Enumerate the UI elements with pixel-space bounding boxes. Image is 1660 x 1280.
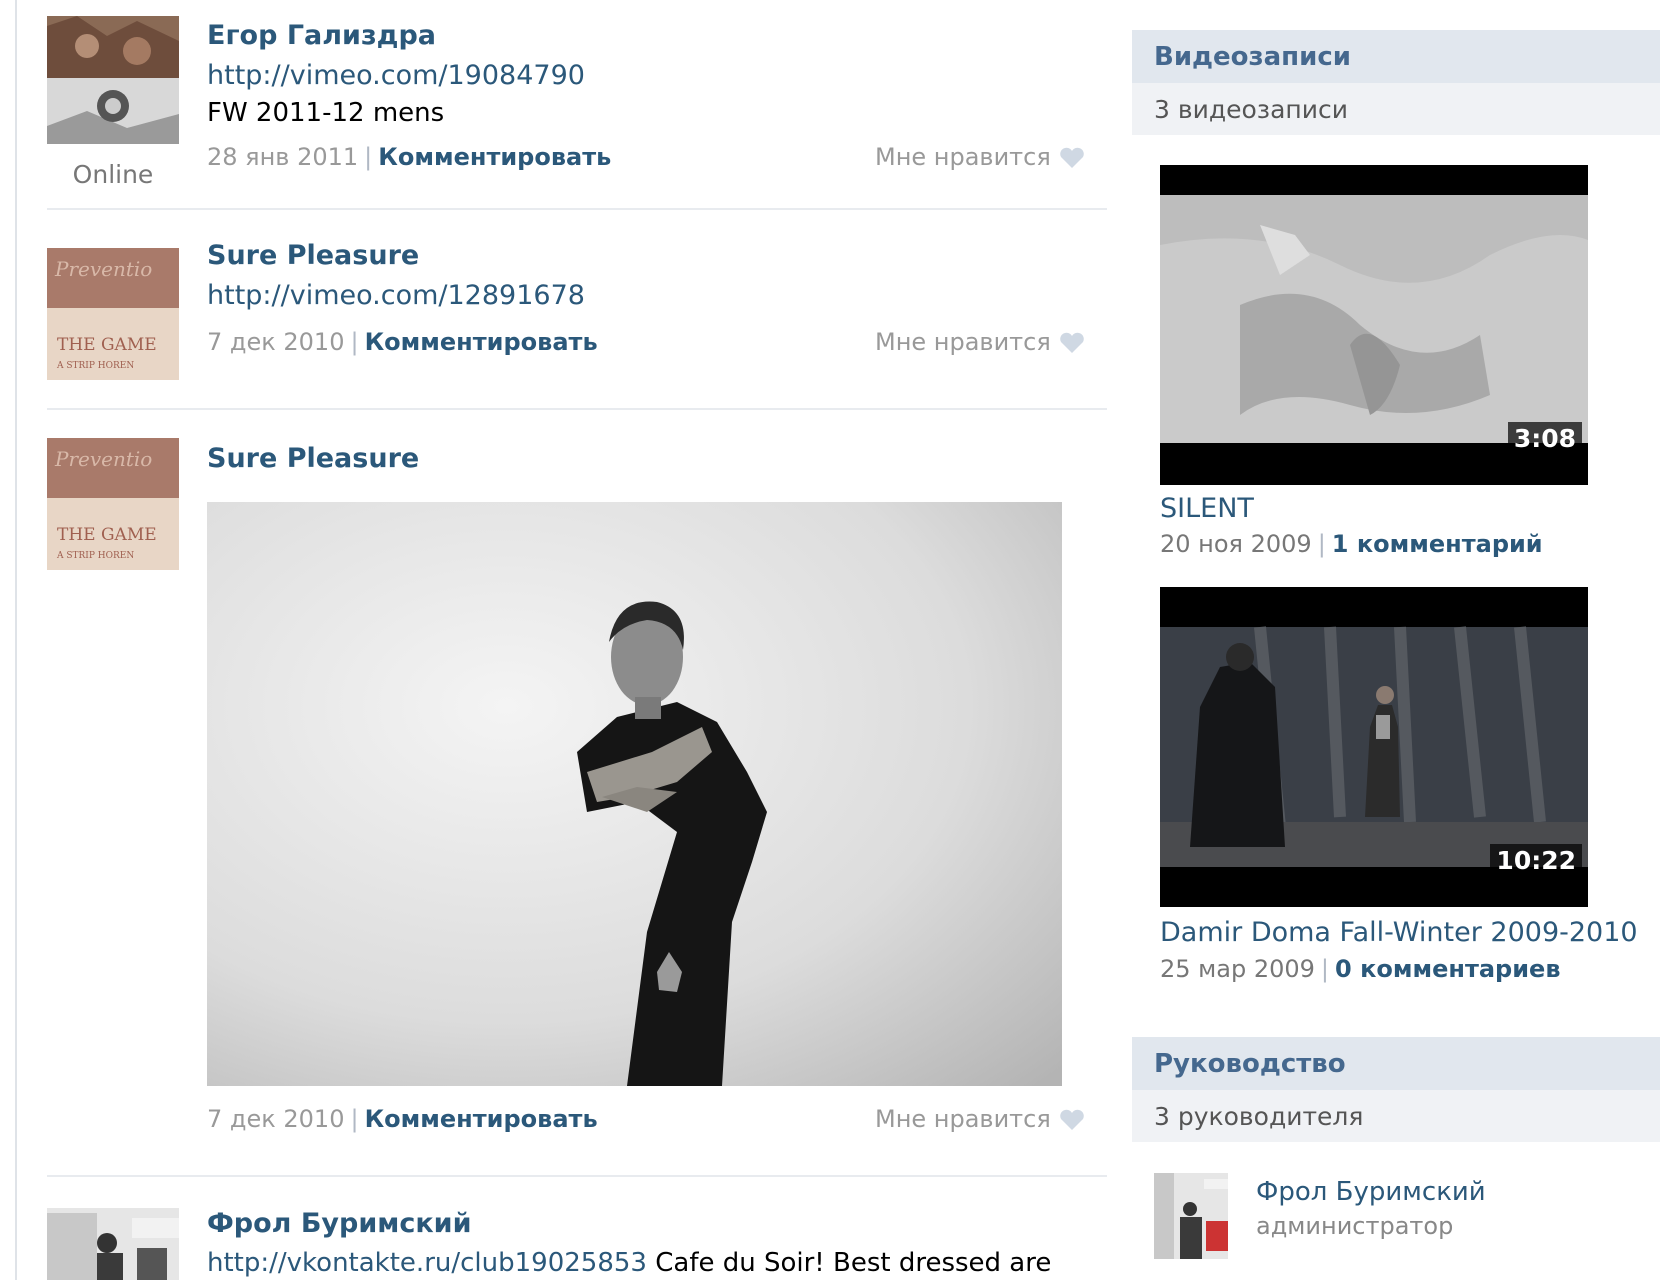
management-count-bar[interactable]: 3 руководителя — [1132, 1090, 1660, 1142]
post-author[interactable]: Sure Pleasure — [207, 240, 419, 271]
heart-icon — [1060, 147, 1084, 168]
management-count: 3 руководителя — [1154, 1102, 1364, 1131]
comment-button[interactable]: Комментировать — [365, 328, 598, 356]
management-title: Руководство — [1154, 1049, 1346, 1079]
member-avatar[interactable] — [1154, 1173, 1228, 1259]
meta-separator: | — [350, 1105, 359, 1133]
avatar-text-line: A STRIP HOREN — [56, 361, 134, 371]
post-link[interactable]: http://vimeo.com/19084790 — [207, 60, 585, 91]
post-meta: 7 дек 2010 | Комментировать — [207, 328, 598, 356]
heart-icon — [1060, 332, 1084, 353]
comment-button[interactable]: Комментировать — [365, 1105, 598, 1133]
post-link[interactable]: http://vkontakte.ru/club19025853 — [207, 1248, 647, 1278]
like-button[interactable]: Мне нравится — [875, 328, 1085, 356]
video-title[interactable]: SILENT — [1160, 493, 1254, 524]
author-avatar[interactable]: Preventio THE GAME A STRIP HOREN — [47, 438, 179, 570]
comment-button[interactable]: Комментировать — [378, 143, 611, 171]
post-date[interactable]: 7 дек 2010 — [207, 328, 344, 356]
post-author[interactable]: Фрол Буримский — [207, 1208, 472, 1239]
video-thumbnail[interactable]: 3:08 — [1160, 165, 1588, 485]
videos-title: Видеозаписи — [1154, 42, 1351, 72]
post-link[interactable]: http://vimeo.com/12891678 — [207, 280, 585, 311]
management-header[interactable]: Руководство — [1132, 1037, 1660, 1090]
avatar-text-line: THE GAME — [57, 525, 157, 545]
post-divider — [47, 1175, 1107, 1177]
author-avatar[interactable]: Preventio THE GAME A STRIP HOREN — [47, 248, 179, 380]
videos-count-bar[interactable]: 3 видеозаписи — [1132, 83, 1660, 135]
post-photo[interactable] — [207, 502, 1062, 1086]
member-name[interactable]: Фрол Буримский — [1256, 1177, 1486, 1207]
like-button[interactable]: Мне нравится — [875, 143, 1085, 171]
post-text: FW 2011-12 mens — [207, 98, 445, 128]
meta-separator: | — [1320, 955, 1330, 983]
heart-icon — [1060, 1109, 1084, 1130]
meta-separator: | — [350, 328, 359, 356]
like-label: Мне нравится — [875, 1105, 1051, 1133]
author-avatar[interactable] — [47, 16, 179, 144]
videos-header[interactable]: Видеозаписи — [1132, 30, 1660, 83]
author-avatar[interactable] — [47, 1208, 179, 1280]
video-meta: 25 мар 2009 | 0 комментариев — [1160, 955, 1561, 983]
wall-post: Online Егор Гализдра http://vimeo.com/19… — [0, 0, 1110, 210]
avatar-text-line: A STRIP HOREN — [56, 551, 134, 561]
post-meta: 7 дек 2010 | Комментировать — [207, 1105, 598, 1133]
video-comments-link[interactable]: 0 комментариев — [1335, 955, 1561, 983]
right-sidebar: Видеозаписи 3 видеозаписи 3:08 SILENT 20… — [1132, 0, 1660, 1280]
video-title[interactable]: Damir Doma Fall-Winter 2009-2010 — [1160, 917, 1638, 948]
video-meta: 20 ноя 2009 | 1 комментарий — [1160, 530, 1543, 558]
wall-post: Фрол Буримский http://vkontakte.ru/club1… — [0, 1180, 1110, 1280]
like-label: Мне нравится — [875, 328, 1051, 356]
avatar-text-line: THE GAME — [57, 335, 157, 355]
video-thumbnail[interactable]: 10:22 — [1160, 587, 1588, 907]
post-author[interactable]: Sure Pleasure — [207, 443, 419, 474]
video-duration: 3:08 — [1507, 422, 1582, 455]
like-button[interactable]: Мне нравится — [875, 1105, 1085, 1133]
wall-feed: Online Егор Гализдра http://vimeo.com/19… — [0, 0, 1120, 1280]
videos-count: 3 видеозаписи — [1154, 95, 1348, 124]
wall-post: Preventio THE GAME A STRIP HOREN Sure Pl… — [0, 210, 1110, 410]
member-role: администратор — [1256, 1212, 1454, 1240]
video-duration: 10:22 — [1490, 844, 1582, 877]
post-meta: 28 янв 2011 | Комментировать — [207, 143, 611, 171]
wall-post: Preventio THE GAME A STRIP HOREN Sure Pl… — [0, 410, 1110, 1180]
meta-separator: | — [1317, 530, 1326, 558]
meta-separator: | — [364, 143, 373, 171]
post-body: http://vkontakte.ru/club19025853 Cafe du… — [207, 1248, 1051, 1278]
svg-text:Preventio: Preventio — [54, 447, 152, 471]
online-status: Online — [72, 160, 154, 189]
svg-text:Preventio: Preventio — [54, 257, 152, 281]
post-date[interactable]: 7 дек 2010 — [207, 1105, 344, 1133]
post-text: Cafe du Soir! Best dressed are — [655, 1248, 1052, 1278]
video-date: 25 мар 2009 — [1160, 955, 1315, 983]
video-date: 20 ноя 2009 — [1160, 530, 1312, 558]
post-author[interactable]: Егор Гализдра — [207, 20, 436, 51]
like-label: Мне нравится — [875, 143, 1051, 171]
post-date[interactable]: 28 янв 2011 — [207, 143, 358, 171]
video-comments-link[interactable]: 1 комментарий — [1332, 530, 1543, 558]
